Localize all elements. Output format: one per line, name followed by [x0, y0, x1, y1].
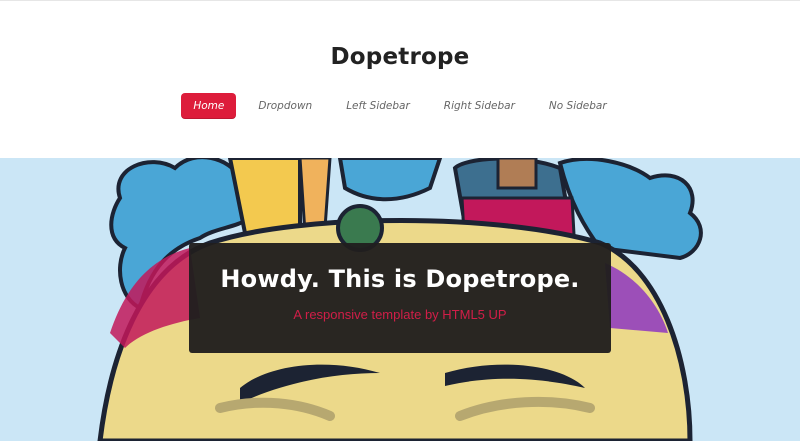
hero-banner: Howdy. This is Dopetrope. A responsive t…: [0, 158, 800, 441]
nav-item-home[interactable]: Home: [181, 93, 237, 119]
nav-item-no-sidebar[interactable]: No Sidebar: [537, 93, 619, 119]
banner-heading: Howdy. This is Dopetrope.: [220, 265, 580, 293]
banner-caption: Howdy. This is Dopetrope. A responsive t…: [189, 243, 611, 353]
site-header: Dopetrope Home Dropdown Left Sidebar Rig…: [0, 0, 800, 158]
main-nav: Home Dropdown Left Sidebar Right Sidebar…: [0, 93, 800, 119]
nav-item-left-sidebar[interactable]: Left Sidebar: [334, 93, 422, 119]
banner-subheading: A responsive template by HTML5 UP: [293, 307, 507, 322]
nav-item-dropdown[interactable]: Dropdown: [246, 93, 324, 119]
nav-item-right-sidebar[interactable]: Right Sidebar: [432, 93, 527, 119]
site-title[interactable]: Dopetrope: [0, 44, 800, 70]
